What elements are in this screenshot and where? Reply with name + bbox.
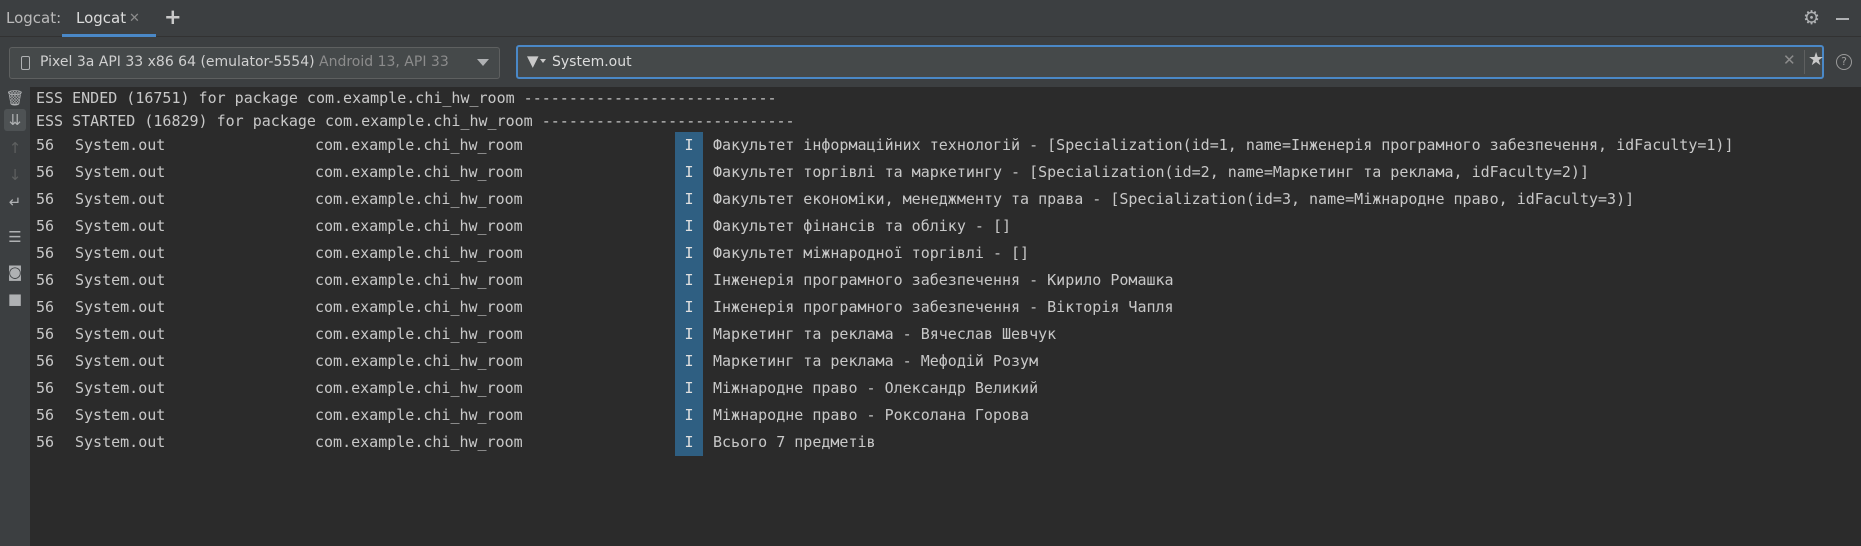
- log-tag: System.out: [75, 379, 166, 397]
- log-pid: 56: [36, 298, 55, 316]
- log-pid: 56: [36, 244, 55, 262]
- scroll-to-end-icon[interactable]: ⇊: [4, 109, 26, 131]
- log-level-badge: I: [675, 159, 703, 186]
- log-package: com.example.chi_hw_room: [315, 163, 523, 181]
- star-icon[interactable]: ★: [1808, 49, 1824, 70]
- help-icon[interactable]: ?: [1836, 54, 1852, 70]
- log-package: com.example.chi_hw_room: [315, 406, 523, 424]
- phone-icon: [21, 56, 30, 70]
- log-message: Факультет торгівлі та маркетингу - [Spec…: [713, 163, 1589, 181]
- log-pid: 56: [36, 190, 55, 208]
- tool-window-title: Logcat:: [6, 9, 62, 27]
- log-pid: 56: [36, 325, 55, 343]
- log-pid: 56: [36, 433, 55, 451]
- log-message: Факультет фінансів та обліку - []: [713, 217, 1012, 235]
- filter-box[interactable]: ▼ ✕ ★: [516, 45, 1824, 79]
- log-package: com.example.chi_hw_room: [315, 190, 523, 208]
- camera-icon[interactable]: ◙: [4, 261, 26, 283]
- log-message: Факультет міжнародної торгівлі - []: [713, 244, 1030, 262]
- log-pid: 56: [36, 406, 55, 424]
- log-pid: 56: [36, 379, 55, 397]
- log-level-badge: I: [675, 348, 703, 375]
- log-tag: System.out: [75, 298, 166, 316]
- log-level-badge: I: [675, 186, 703, 213]
- log-tag: System.out: [75, 244, 166, 262]
- log-pid: 56: [36, 217, 55, 235]
- log-level-badge: I: [675, 294, 703, 321]
- log-level-badge: I: [675, 213, 703, 240]
- log-package: com.example.chi_hw_room: [315, 217, 523, 235]
- log-tag: System.out: [75, 352, 166, 370]
- log-tag: System.out: [75, 163, 166, 181]
- settings-sliders-icon[interactable]: ☰: [4, 226, 26, 248]
- log-message: Маркетинг та реклама - Мефодій Розум: [713, 352, 1039, 370]
- log-level-badge: I: [675, 132, 703, 159]
- filter-dropdown-icon[interactable]: [540, 59, 546, 63]
- log-tag: System.out: [75, 325, 166, 343]
- log-tag: System.out: [75, 406, 166, 424]
- tab-logcat[interactable]: Logcat: [62, 0, 156, 37]
- log-message: Факультет економіки, менеджменту та прав…: [713, 190, 1635, 208]
- log-package: com.example.chi_hw_room: [315, 136, 523, 154]
- log-message: Міжнародне право - Роксолана Горова: [713, 406, 1030, 424]
- close-icon[interactable]: ✕: [129, 11, 140, 26]
- log-tag: System.out: [75, 433, 166, 451]
- log-tag: System.out: [75, 190, 166, 208]
- log-message: Інженерія програмного забезпечення - Кир…: [713, 271, 1174, 289]
- log-package: com.example.chi_hw_room: [315, 298, 523, 316]
- log-tag: System.out: [75, 271, 166, 289]
- filter-input[interactable]: [552, 50, 1692, 74]
- log-pid: 56: [36, 352, 55, 370]
- log-level-badge: I: [675, 375, 703, 402]
- filter-toolbar: Pixel 3a API 33 x86 64 (emulator-5554) A…: [0, 37, 1861, 87]
- log-output[interactable]: ESS ENDED (16751) for package com.exampl…: [30, 87, 1861, 546]
- log-level-badge: I: [675, 402, 703, 429]
- log-level-badge: I: [675, 240, 703, 267]
- log-level-badge: I: [675, 321, 703, 348]
- chevron-down-icon[interactable]: [477, 59, 489, 66]
- log-message: Міжнародне право - Олександр Великий: [713, 379, 1039, 397]
- plus-icon[interactable]: +: [164, 5, 182, 29]
- divider: [1804, 50, 1805, 74]
- log-pid: 56: [36, 271, 55, 289]
- device-selector[interactable]: Pixel 3a API 33 x86 64 (emulator-5554) A…: [9, 47, 500, 79]
- log-package: com.example.chi_hw_room: [315, 433, 523, 451]
- device-api: Android 13, API 33: [319, 54, 449, 70]
- close-icon[interactable]: ✕: [1783, 51, 1796, 69]
- arrow-up-icon[interactable]: ↑: [4, 137, 26, 159]
- log-package: com.example.chi_hw_room: [315, 352, 523, 370]
- log-package: com.example.chi_hw_room: [315, 379, 523, 397]
- log-message: Всього 7 предметів: [713, 433, 876, 451]
- trash-icon[interactable]: 🗑: [4, 87, 26, 109]
- video-icon[interactable]: ■: [4, 288, 26, 310]
- log-message: Інженерія програмного забезпечення - Вік…: [713, 298, 1174, 316]
- log-message: Маркетинг та реклама - Вячеслав Шевчук: [713, 325, 1057, 343]
- log-package: com.example.chi_hw_room: [315, 244, 523, 262]
- tool-window-header: Logcat: Logcat ✕ + ⚙: [0, 0, 1861, 37]
- device-name: Pixel 3a API 33 x86 64 (emulator-5554): [40, 54, 315, 70]
- log-tag: System.out: [75, 217, 166, 235]
- log-message: Факультет інформаційних технологій - [Sp…: [713, 136, 1734, 154]
- log-level-badge: I: [675, 267, 703, 294]
- left-toolbar: 🗑 ⇊ ↑ ↓ ↵ ☰ ◙ ■: [0, 87, 30, 546]
- filter-icon[interactable]: ▼: [527, 52, 539, 70]
- log-pid: 56: [36, 163, 55, 181]
- arrow-down-icon[interactable]: ↓: [4, 164, 26, 186]
- log-package: com.example.chi_hw_room: [315, 271, 523, 289]
- log-level-badge: I: [675, 429, 703, 456]
- log-pid: 56: [36, 136, 55, 154]
- gear-icon[interactable]: ⚙: [1803, 7, 1820, 29]
- log-package: com.example.chi_hw_room: [315, 325, 523, 343]
- minimize-icon[interactable]: [1836, 18, 1849, 20]
- log-header-text: ESS STARTED (16829) for package com.exam…: [36, 112, 795, 130]
- tab-label: Logcat: [76, 9, 127, 27]
- log-tag: System.out: [75, 136, 166, 154]
- soft-wrap-icon[interactable]: ↵: [4, 191, 26, 213]
